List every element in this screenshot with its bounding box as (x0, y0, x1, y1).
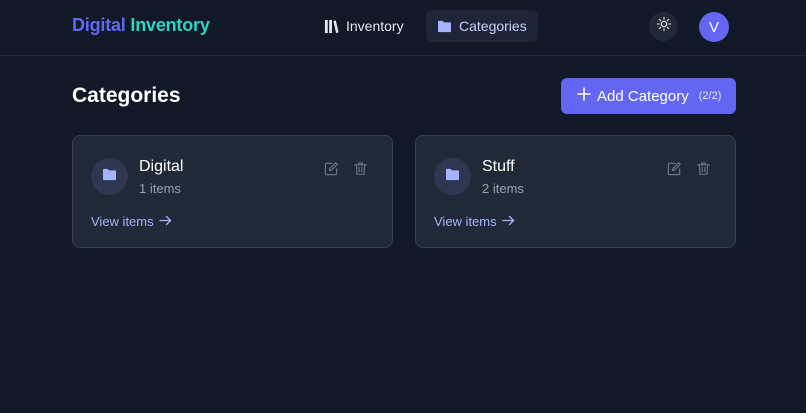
category-count-badge: (2/2) (698, 90, 722, 102)
nav-inventory[interactable]: Inventory (313, 10, 415, 42)
trash-icon[interactable] (353, 161, 369, 177)
folder-icon (437, 20, 452, 33)
user-avatar[interactable]: V (699, 12, 729, 42)
category-card-digital[interactable]: Digital 1 items View items (72, 135, 393, 248)
view-items-label: View items (434, 214, 497, 229)
category-icon-circle (434, 158, 471, 195)
view-items-label: View items (91, 214, 154, 229)
nav-categories[interactable]: Categories (426, 10, 538, 42)
pencil-icon[interactable] (324, 161, 340, 177)
top-navbar: Digital Inventory Inventory Categories V (0, 0, 806, 56)
library-icon (324, 19, 339, 34)
sun-icon (656, 17, 671, 36)
category-card-stuff[interactable]: Stuff 2 items View items (415, 135, 736, 248)
category-name: Stuff (482, 158, 515, 175)
arrow-right-icon (158, 214, 172, 229)
theme-toggle-button[interactable] (649, 12, 678, 41)
category-item-count: 2 items (482, 181, 524, 196)
brand-logo[interactable]: Digital Inventory (72, 15, 210, 36)
page-title: Categories (72, 84, 181, 107)
folder-icon (102, 168, 117, 186)
brand-part-2: Inventory (130, 15, 210, 35)
trash-icon[interactable] (696, 161, 712, 177)
category-item-count: 1 items (139, 181, 181, 196)
view-items-link[interactable]: View items (434, 214, 515, 229)
view-items-link[interactable]: View items (91, 214, 172, 229)
nav-categories-label: Categories (459, 18, 527, 34)
nav-inventory-label: Inventory (346, 18, 404, 34)
brand-part-1: Digital (72, 15, 126, 35)
category-icon-circle (91, 158, 128, 195)
arrow-right-icon (501, 214, 515, 229)
folder-icon (445, 168, 460, 186)
pencil-icon[interactable] (667, 161, 683, 177)
add-category-button[interactable]: Add Category (2/2) (561, 78, 736, 114)
add-category-label: Add Category (597, 87, 689, 105)
category-name: Digital (139, 158, 184, 175)
plus-icon (577, 87, 591, 105)
